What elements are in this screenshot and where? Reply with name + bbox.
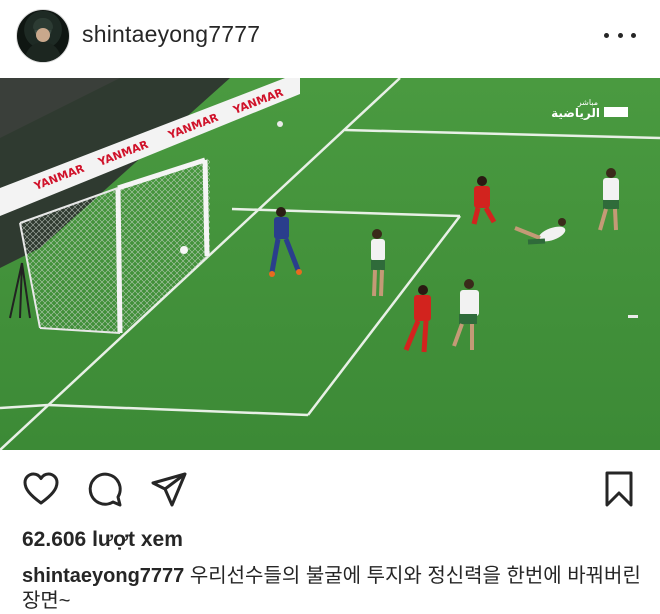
caption-username[interactable]: shintaeyong7777 bbox=[22, 565, 184, 587]
bookmark-icon[interactable] bbox=[600, 470, 638, 508]
more-options-icon[interactable] bbox=[604, 22, 636, 48]
avatar[interactable] bbox=[16, 9, 70, 63]
comment-icon[interactable] bbox=[86, 470, 124, 508]
post-media[interactable]: YANMAR YANMAR YANMAR YANMAR مباشر الرياض… bbox=[0, 78, 660, 450]
post-header: shintaeyong7777 bbox=[0, 0, 660, 78]
ball bbox=[180, 246, 188, 254]
broadcaster-logo-text: الرياضية bbox=[551, 106, 600, 120]
post-author-username[interactable]: shintaeyong7777 bbox=[82, 21, 260, 48]
heart-icon[interactable] bbox=[22, 470, 60, 508]
send-icon[interactable] bbox=[150, 470, 188, 508]
views-count[interactable]: 62.606 lượt xem bbox=[22, 528, 183, 552]
post-actions bbox=[0, 450, 660, 526]
football-frame: YANMAR YANMAR YANMAR YANMAR مباشر الرياض… bbox=[0, 78, 660, 450]
post-caption: shintaeyong7777 우리선수들의 불굴에 투지와 정신력을 한번에 … bbox=[22, 564, 647, 614]
